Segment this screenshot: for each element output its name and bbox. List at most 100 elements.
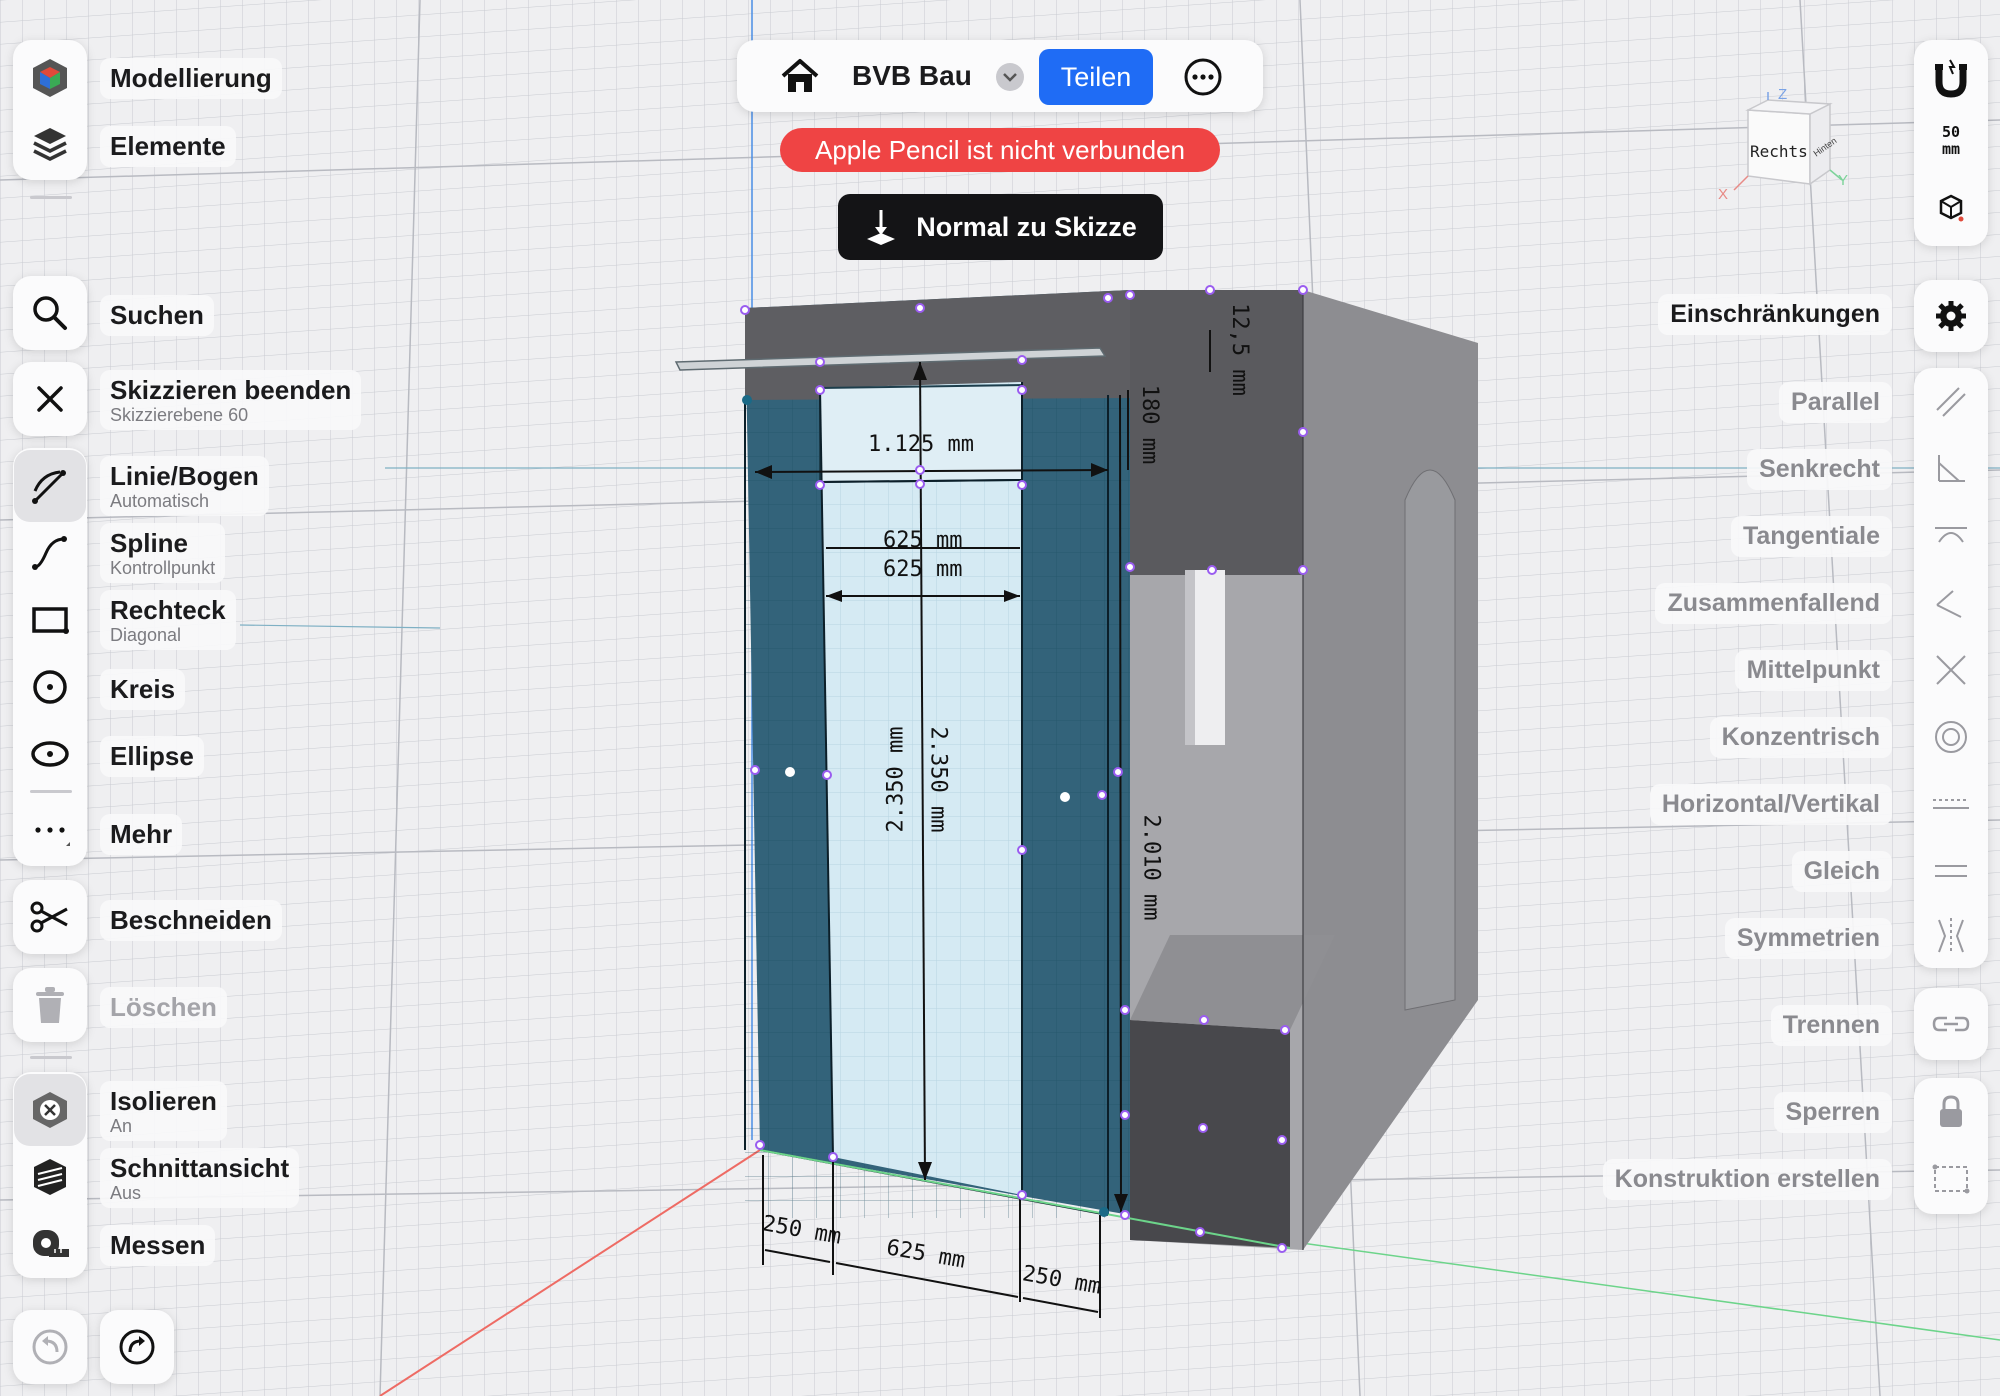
isolate-label: Isolieren: [110, 1086, 217, 1116]
isolate-button[interactable]: [14, 1074, 86, 1146]
lock-button[interactable]: [1915, 1082, 1987, 1142]
trim-label: Beschneiden: [110, 905, 272, 935]
normal-to-sketch-button[interactable]: Normal zu Skizze: [838, 194, 1163, 260]
parallel-constraint-button[interactable]: [1915, 372, 1987, 432]
symmetry-label[interactable]: Symmetrien: [1724, 918, 1892, 959]
line-arc-label: Linie/Bogen: [110, 461, 259, 491]
grid-size-value: 50: [1941, 123, 1961, 141]
label-trim[interactable]: Beschneiden: [100, 900, 282, 941]
dim-side-height[interactable]: 2.010 mm: [1138, 815, 1163, 921]
section-view-button[interactable]: [14, 1141, 86, 1213]
spline-icon: [32, 536, 67, 570]
more-tools-button[interactable]: [14, 794, 86, 866]
isolate-icon: [33, 1092, 67, 1128]
label-spline[interactable]: Spline Kontrollpunkt: [100, 523, 226, 583]
delete-button[interactable]: [14, 969, 86, 1041]
concentric-icon: [1935, 721, 1967, 753]
horizontal-vertical-constraint-button[interactable]: [1915, 774, 1987, 834]
label-more[interactable]: Mehr: [100, 814, 183, 855]
line-arc-sublabel: Automatisch: [110, 491, 210, 511]
circle-label: Kreis: [110, 674, 176, 704]
line-arc-tool-button[interactable]: [14, 450, 86, 522]
tangent-constraint-button[interactable]: [1915, 506, 1987, 566]
label-isolate[interactable]: Isolieren An: [100, 1081, 227, 1141]
finish-sketch-button[interactable]: [14, 363, 86, 435]
axis-y-label: Y: [1838, 172, 1849, 189]
view-cube-front-face[interactable]: Rechts: [1750, 142, 1808, 161]
lock-label[interactable]: Sperren: [1773, 1092, 1892, 1133]
snap-button[interactable]: [1915, 48, 1987, 108]
modeling-workspace-button[interactable]: [14, 42, 86, 114]
ellipse-tool-button[interactable]: [14, 718, 86, 790]
spline-tool-button[interactable]: [14, 517, 86, 589]
pencil-warning-banner: Apple Pencil ist nicht verbunden: [780, 128, 1220, 172]
concentric-constraint-button[interactable]: [1915, 707, 1987, 767]
constraints-settings-button[interactable]: [1915, 286, 1987, 346]
more-icon: [35, 827, 70, 846]
view-orientation-button[interactable]: [1915, 178, 1987, 238]
horizontal-vertical-icon: [1933, 799, 1969, 809]
dim-door-height-1[interactable]: 2.350 mm: [883, 727, 908, 833]
midpoint-label[interactable]: Mittelpunkt: [1734, 650, 1892, 691]
dim-opening-width-1[interactable]: 625 mm: [883, 528, 962, 553]
spline-label: Spline: [110, 528, 189, 558]
tangent-label[interactable]: Tangentiale: [1730, 516, 1892, 557]
label-line-arc[interactable]: Linie/Bogen Automatisch: [100, 456, 269, 516]
equal-label[interactable]: Gleich: [1791, 851, 1892, 892]
parallel-label[interactable]: Parallel: [1779, 382, 1892, 423]
dim-thickness[interactable]: 12,5 mm: [1227, 303, 1252, 396]
rectangle-sublabel: Diagonal: [110, 625, 182, 645]
sketch-plane-label: Skizzierebene 60: [110, 405, 249, 425]
scissors-icon: [30, 901, 68, 933]
label-search[interactable]: Suchen: [100, 295, 214, 336]
midpoint-constraint-button[interactable]: [1915, 640, 1987, 700]
section-view-icon: [34, 1159, 66, 1195]
label-finish-sketch[interactable]: Skizzieren beenden Skizzierebene 60: [100, 370, 362, 430]
split-label[interactable]: Trennen: [1770, 1005, 1892, 1046]
home-button[interactable]: [770, 50, 830, 102]
concentric-label[interactable]: Konzentrisch: [1709, 717, 1892, 758]
share-button[interactable]: Teilen: [1039, 49, 1153, 105]
ellipse-label: Ellipse: [110, 741, 194, 771]
label-ellipse[interactable]: Ellipse: [100, 736, 204, 777]
label-circle[interactable]: Kreis: [100, 669, 186, 710]
rectangle-tool-button[interactable]: [14, 584, 86, 656]
divider: [30, 1056, 72, 1059]
dim-lintel[interactable]: 180 mm: [1137, 385, 1162, 464]
split-button[interactable]: [1915, 994, 1987, 1054]
label-measure[interactable]: Messen: [100, 1225, 216, 1266]
construction-button[interactable]: [1915, 1149, 1987, 1209]
label-section-view[interactable]: Schnittansicht Aus: [100, 1148, 300, 1208]
perpendicular-constraint-button[interactable]: [1915, 439, 1987, 499]
gear-icon: [1936, 301, 1966, 331]
chevron-down-icon: [1003, 73, 1017, 82]
label-elements[interactable]: Elemente: [100, 126, 236, 167]
construction-label[interactable]: Konstruktion erstellen: [1602, 1159, 1892, 1200]
document-menu-button[interactable]: [996, 63, 1024, 91]
dim-top-width[interactable]: 1.125 mm: [868, 432, 974, 457]
symmetry-constraint-button[interactable]: [1915, 906, 1987, 966]
document-title[interactable]: BVB Bau: [852, 56, 972, 96]
dim-door-height-2[interactable]: 2.350 mm: [925, 727, 950, 833]
search-button[interactable]: [14, 277, 86, 349]
construction-icon: [1932, 1164, 1970, 1194]
horizontal-vertical-label[interactable]: Horizontal/Vertikal: [1649, 784, 1892, 825]
perpendicular-label[interactable]: Senkrecht: [1747, 449, 1892, 490]
dim-opening-width-2[interactable]: 625 mm: [883, 557, 962, 582]
label-modeling[interactable]: Modellierung: [100, 58, 282, 99]
measure-button[interactable]: [14, 1208, 86, 1280]
elements-button[interactable]: [14, 108, 86, 180]
equal-constraint-button[interactable]: [1915, 841, 1987, 901]
coincident-label[interactable]: Zusammenfallend: [1655, 583, 1892, 624]
circle-tool-button[interactable]: [14, 651, 86, 723]
redo-button[interactable]: [101, 1311, 173, 1383]
trim-button[interactable]: [14, 881, 86, 953]
coincident-constraint-button[interactable]: [1915, 573, 1987, 633]
view-cube[interactable]: Rechts Hinten Z X Y: [1718, 86, 1850, 203]
undo-button[interactable]: [14, 1311, 86, 1383]
tape-measure-icon: [33, 1230, 69, 1257]
label-delete[interactable]: Löschen: [100, 987, 227, 1028]
label-rectangle[interactable]: Rechteck Diagonal: [100, 590, 236, 650]
grid-size-indicator[interactable]: 50 mm: [1915, 124, 1987, 164]
more-options-button[interactable]: [1180, 54, 1226, 100]
